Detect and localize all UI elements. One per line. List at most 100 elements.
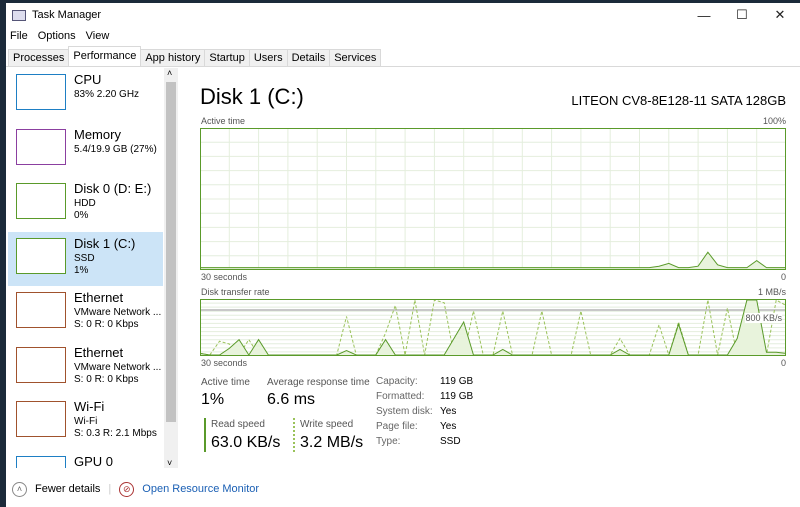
fewer-details-link[interactable]: Fewer details xyxy=(35,483,100,495)
close-button[interactable]: ✕ xyxy=(762,3,798,27)
title-bar: Task Manager xyxy=(6,3,800,27)
tab-startup[interactable]: Startup xyxy=(204,49,250,66)
open-resource-monitor-link[interactable]: Open Resource Monitor xyxy=(142,483,259,495)
sidebar-item-wi-fi[interactable]: Wi-Fi Wi-Fi S: 0.3 R: 2.1 Mbps xyxy=(8,395,163,449)
disk-model: LITEON CV8-8E128-11 SATA 128GB xyxy=(571,93,786,108)
footer: ˄ Fewer details | ⊘ Open Resource Monito… xyxy=(6,477,800,501)
item-status: S: 0 R: 0 Kbps xyxy=(74,373,139,385)
menu-file[interactable]: File xyxy=(10,30,28,42)
transfer-duration: 30 seconds xyxy=(201,358,248,368)
active-time-max: 100% xyxy=(762,116,786,126)
property-label: Capacity: xyxy=(376,376,418,387)
property-label: System disk: xyxy=(376,406,433,417)
performance-sidebar: CPU 83% 2.20 GHz Memory 5.4/19.9 GB (27%… xyxy=(8,68,163,468)
item-detail: SSD xyxy=(74,252,95,264)
write-speed-value: 3.2 MB/s xyxy=(300,434,364,451)
tab-app-history[interactable]: App history xyxy=(140,49,206,66)
property-row: Type: SSD xyxy=(376,436,473,451)
avg-response-value: 6.6 ms xyxy=(267,391,316,408)
task-manager-window: Task Manager — ☐ ✕ File Options View Pro… xyxy=(6,3,800,507)
transfer-rate-chart xyxy=(200,299,786,356)
maximize-button[interactable]: ☐ xyxy=(724,3,760,27)
thumbnail-graph xyxy=(16,455,66,468)
tab-processes[interactable]: Processes xyxy=(8,49,70,66)
item-status: 1% xyxy=(74,264,89,276)
menu-bar: File Options View xyxy=(6,27,800,45)
resource-monitor-icon: ⊘ xyxy=(119,481,135,497)
item-name: Disk 0 (D: E:) xyxy=(74,181,152,196)
item-name: CPU xyxy=(74,72,102,87)
item-name: Disk 1 (C:) xyxy=(74,235,136,251)
tab-bar: Processes Performance App history Startu… xyxy=(6,46,800,67)
active-time-stat-label: Active time xyxy=(201,377,250,388)
item-name: Wi-Fi xyxy=(74,399,105,414)
app-icon xyxy=(12,9,26,21)
sidebar-item-disk-1-c[interactable]: Disk 1 (C:) SSD 1% xyxy=(8,231,163,286)
thumbnail-graph xyxy=(16,401,66,437)
transfer-mid: 800 KB/s xyxy=(745,313,782,323)
disk-properties: Capacity: 119 GB Formatted: 119 GB System di… xyxy=(376,376,473,451)
property-value: 119 GB xyxy=(440,391,474,402)
window-title: Task Manager xyxy=(32,9,102,21)
tab-performance[interactable]: Performance xyxy=(68,46,142,66)
sidebar-item-memory[interactable]: Memory 5.4/19.9 GB (27%) xyxy=(8,123,163,177)
active-time-chart-label: Active time xyxy=(201,116,246,126)
property-value: Yes xyxy=(440,406,457,417)
property-value: 119 GB xyxy=(440,376,474,387)
thumbnail-graph xyxy=(16,183,66,219)
property-value: Yes xyxy=(440,421,457,432)
property-row: Capacity: 119 GB xyxy=(376,376,473,391)
sidebar-scrollbar[interactable]: ˄ ˅ xyxy=(164,68,178,468)
read-speed-value: 63.0 KB/s xyxy=(211,434,281,451)
thumbnail-graph xyxy=(16,128,66,165)
transfer-min: 0 xyxy=(780,358,786,368)
item-detail: VMware Network ... xyxy=(74,361,162,373)
active-time-min: 0 xyxy=(780,272,786,282)
active-time-chart xyxy=(200,128,786,270)
property-row: Formatted: 119 GB xyxy=(376,391,473,406)
sidebar-item-ethernet[interactable]: Ethernet VMware Network ... S: 0 R: 0 Kb… xyxy=(8,341,163,395)
property-row: Page file: Yes xyxy=(376,421,473,436)
write-legend-line xyxy=(293,418,295,452)
transfer-max: 1 MB/s xyxy=(757,287,786,297)
read-legend-line xyxy=(204,418,206,452)
sidebar-item-disk-0-d-e[interactable]: Disk 0 (D: E:) HDD 0% xyxy=(8,177,163,231)
scroll-down-icon[interactable]: ˅ xyxy=(167,458,172,468)
tab-details[interactable]: Details xyxy=(286,49,331,66)
item-status: S: 0 R: 0 Kbps xyxy=(74,319,139,330)
active-time-value: 1% xyxy=(201,391,225,408)
property-label: Page file: xyxy=(376,421,418,432)
thumbnail-graph xyxy=(16,346,66,383)
write-speed-label: Write speed xyxy=(300,419,354,430)
item-name: GPU 0 xyxy=(74,453,114,469)
minimize-button[interactable]: — xyxy=(686,3,722,27)
item-detail: HDD xyxy=(74,198,96,209)
chevron-up-icon[interactable]: ˄ xyxy=(12,481,27,497)
item-detail: 83% 2.20 GHz xyxy=(74,89,140,100)
property-row: System disk: Yes xyxy=(376,406,473,421)
transfer-chart-label: Disk transfer rate xyxy=(201,287,270,297)
scroll-up-icon[interactable]: ˄ xyxy=(167,68,172,78)
item-detail: VMware Network ... xyxy=(74,307,162,318)
tab-services[interactable]: Services xyxy=(329,49,382,66)
item-status: S: 0.3 R: 2.1 Mbps xyxy=(74,428,157,439)
read-speed-label: Read speed xyxy=(211,419,265,430)
active-time-duration: 30 seconds xyxy=(201,272,248,282)
menu-view[interactable]: View xyxy=(86,30,110,42)
menu-options[interactable]: Options xyxy=(38,30,76,42)
item-detail: Wi-Fi xyxy=(74,416,98,427)
scrollbar-thumb[interactable] xyxy=(166,82,176,422)
property-label: Type: xyxy=(376,436,401,447)
sidebar-item-gpu-0[interactable]: GPU 0 xyxy=(8,450,163,469)
property-label: Formatted: xyxy=(376,391,425,402)
item-detail: 5.4/19.9 GB (27%) xyxy=(74,143,157,155)
disk-detail-panel: Disk 1 (C:) LITEON CV8-8E128-11 SATA 128… xyxy=(196,68,796,468)
item-name: Ethernet xyxy=(74,290,124,305)
tab-users[interactable]: Users xyxy=(248,49,288,66)
item-name: Ethernet xyxy=(74,344,124,360)
property-value: SSD xyxy=(440,436,461,447)
sidebar-item-ethernet[interactable]: Ethernet VMware Network ... S: 0 R: 0 Kb… xyxy=(8,286,163,340)
avg-response-label: Average response time xyxy=(267,377,370,388)
item-status: 0% xyxy=(74,210,89,221)
sidebar-item-cpu[interactable]: CPU 83% 2.20 GHz xyxy=(8,68,163,122)
